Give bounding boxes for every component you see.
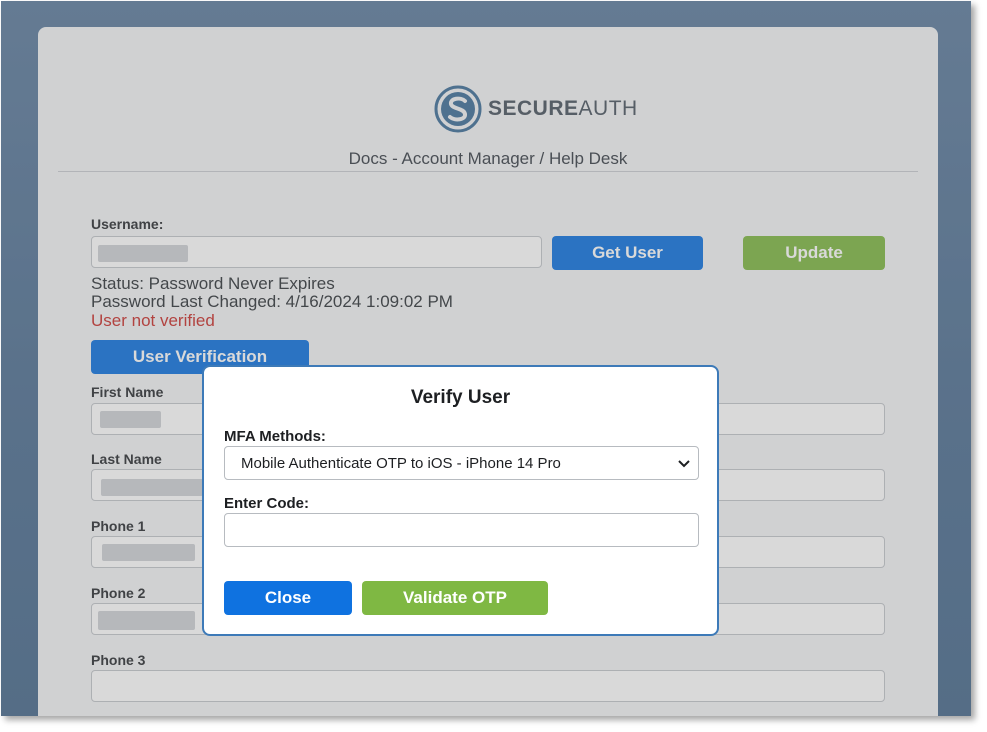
window-frame: SECUREAUTH Docs - Account Manager / Help… (1, 1, 971, 716)
verify-user-dialog: Verify User MFA Methods: Mobile Authenti… (202, 365, 719, 636)
mfa-selected-option: Mobile Authenticate OTP to iOS - iPhone … (241, 455, 561, 472)
enter-code-label: Enter Code: (224, 495, 310, 512)
close-button[interactable]: Close (224, 581, 352, 615)
chevron-down-icon (678, 460, 690, 468)
otp-code-input[interactable] (224, 513, 699, 547)
mfa-methods-select[interactable]: Mobile Authenticate OTP to iOS - iPhone … (224, 446, 699, 480)
mfa-methods-label: MFA Methods: (224, 428, 326, 445)
dialog-title: Verify User (410, 387, 511, 408)
validate-otp-button[interactable]: Validate OTP (362, 581, 548, 615)
